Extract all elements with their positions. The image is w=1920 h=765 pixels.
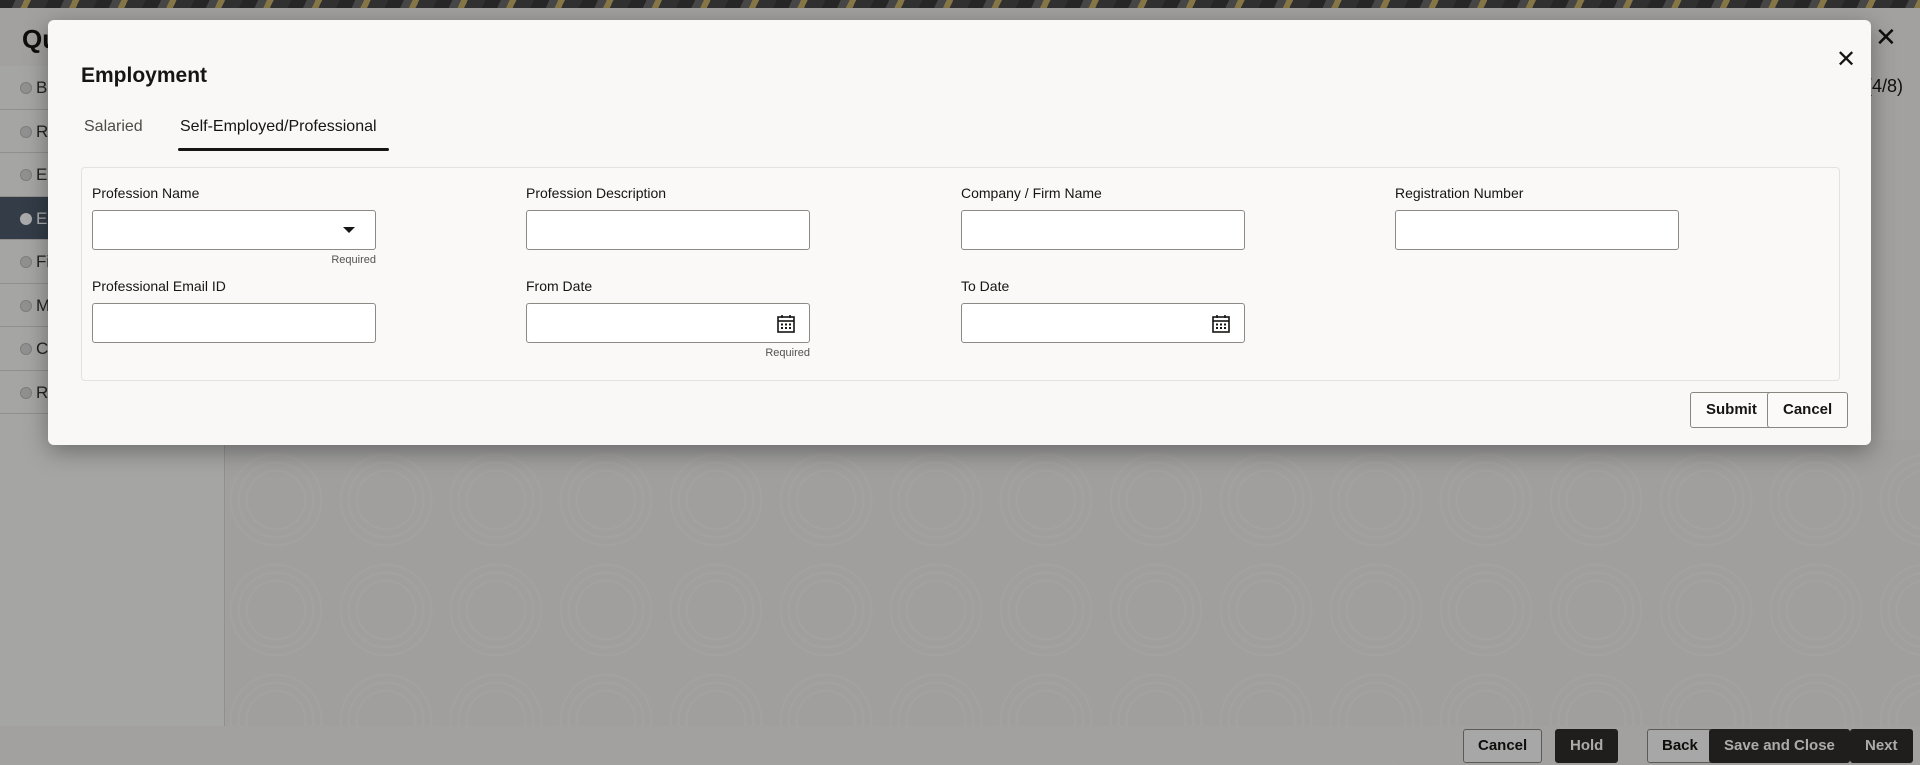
- profession-description-label: Profession Description: [526, 185, 667, 201]
- company-firm-name-input[interactable]: [961, 210, 1245, 250]
- calendar-icon[interactable]: [776, 314, 796, 334]
- tab-self-employed-professional[interactable]: Self-Employed/Professional: [180, 118, 377, 152]
- selected-tab-indicator: [178, 148, 389, 151]
- professional-email-label: Professional Email ID: [92, 278, 226, 294]
- to-date-input[interactable]: [961, 303, 1245, 343]
- from-date-required-hint: Required: [765, 347, 810, 359]
- employment-dialog: Employment ✕ Salaried Self-Employed/Prof…: [48, 20, 1871, 445]
- company-firm-name-label: Company / Firm Name: [961, 185, 1102, 201]
- submit-button[interactable]: Submit: [1690, 392, 1773, 428]
- profession-name-required-hint: Required: [331, 254, 376, 266]
- calendar-icon[interactable]: [1211, 314, 1231, 334]
- from-date-input[interactable]: [526, 303, 810, 343]
- registration-number-label: Registration Number: [1395, 185, 1524, 201]
- profession-name-select[interactable]: [92, 210, 376, 250]
- close-icon[interactable]: ✕: [1832, 46, 1860, 74]
- registration-number-input[interactable]: [1395, 210, 1679, 250]
- to-date-label: To Date: [961, 278, 1010, 294]
- professional-email-input[interactable]: [92, 303, 376, 343]
- tab-salaried[interactable]: Salaried: [84, 118, 143, 152]
- from-date-label: From Date: [526, 278, 593, 294]
- cancel-button[interactable]: Cancel: [1767, 392, 1849, 428]
- dialog-title: Employment: [81, 64, 208, 87]
- chevron-down-icon[interactable]: [343, 227, 355, 233]
- profession-description-input[interactable]: [526, 210, 810, 250]
- self-employed-form: Profession Name Required Profession Desc…: [81, 167, 1840, 381]
- profession-name-label: Profession Name: [92, 185, 200, 201]
